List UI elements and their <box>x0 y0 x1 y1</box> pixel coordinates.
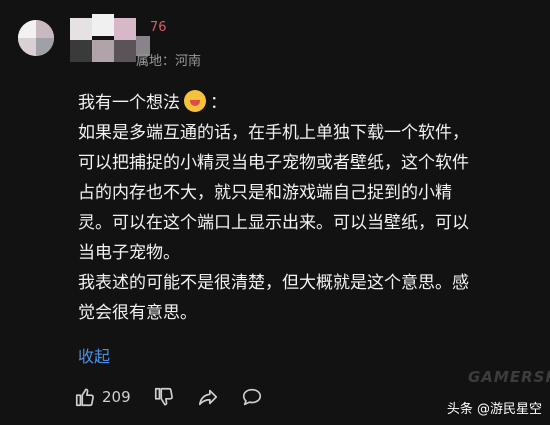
avatar[interactable] <box>18 20 54 56</box>
comment-line: 觉会很有意思。 <box>78 303 197 323</box>
share-arrow-icon <box>198 389 217 406</box>
comment-line-text: 我有一个想法 <box>78 93 180 113</box>
user-location: 属地：河南 <box>136 54 202 69</box>
comment-line: 当电子宠物。 <box>78 243 180 263</box>
comment-line: 可以把捕捉的小精灵当电子宠物或者壁纸，这个软件 <box>78 153 469 173</box>
mosaic-tile <box>92 40 114 62</box>
comment-actions: 209 <box>74 384 285 410</box>
face-emoji-icon <box>184 90 206 112</box>
mosaic-tile <box>114 18 136 40</box>
comment-line: 我表述的可能不是很清楚，但大概就是这个意思。感 <box>78 273 469 293</box>
mosaic-tile <box>92 14 114 36</box>
gamersky-watermark-logo: GAMERSKY <box>468 368 550 386</box>
collapse-link[interactable]: 收起 <box>78 343 110 367</box>
comment-line: 灵。可以在这个端口上显示出来。可以当壁纸，可以 <box>78 213 469 233</box>
comment-colon: ： <box>210 93 227 113</box>
avatar-mosaic-tile <box>18 38 36 56</box>
comment-line: 如果是多端互通的话，在手机上单独下载一个软件， <box>78 123 469 143</box>
like-button[interactable]: 209 <box>74 386 131 408</box>
toutiao-watermark: 头条 @游民星空 <box>446 402 542 417</box>
mosaic-tile <box>70 18 92 40</box>
avatar-mosaic-tile <box>18 20 36 38</box>
username-suffix[interactable]: 76 <box>150 20 167 35</box>
thumbs-up-icon <box>75 388 94 407</box>
thumbs-down-icon <box>154 387 173 406</box>
comment-text: 我有一个想法 ： 如果是多端互通的话，在手机上单独下载一个软件， 可以把捕捉的小精… <box>78 88 538 328</box>
comment-line: 我有一个想法 ： <box>78 88 538 118</box>
like-count: 209 <box>102 388 131 406</box>
reply-button[interactable] <box>241 386 263 408</box>
share-button[interactable] <box>197 386 219 408</box>
username-mosaic <box>50 14 150 62</box>
mosaic-tile <box>114 40 136 62</box>
mosaic-tile <box>70 40 92 62</box>
comment-bubble-icon <box>242 388 261 406</box>
dislike-button[interactable] <box>153 386 175 408</box>
comment-line: 占的内存也不大，就只是和游戏端自己捉到的小精 <box>78 183 452 203</box>
